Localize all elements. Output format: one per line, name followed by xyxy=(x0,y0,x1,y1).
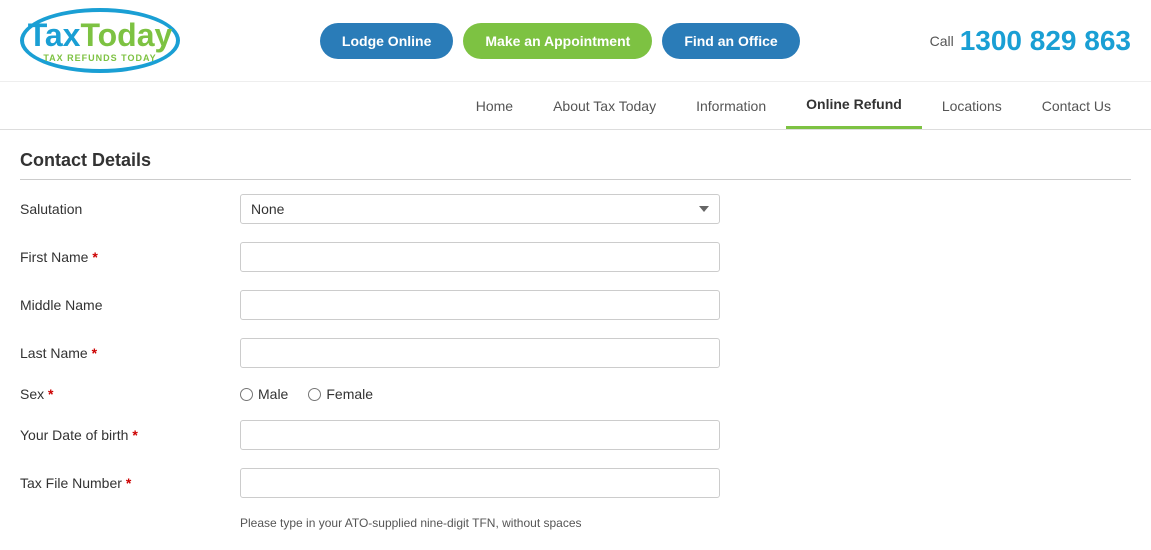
last-name-required: * xyxy=(92,345,97,361)
first-name-row: First Name * xyxy=(20,242,1131,272)
nav-information[interactable]: Information xyxy=(676,84,786,128)
sex-female-text: Female xyxy=(326,386,373,402)
middle-name-input[interactable] xyxy=(240,290,720,320)
find-office-button[interactable]: Find an Office xyxy=(662,23,799,59)
middle-name-row: Middle Name xyxy=(20,290,1131,320)
salutation-select[interactable]: None Mr Mrs Ms Miss Dr xyxy=(240,194,720,224)
sex-row: Sex * Male Female xyxy=(20,386,1131,402)
sex-male-label[interactable]: Male xyxy=(240,386,288,402)
lodge-online-button[interactable]: Lodge Online xyxy=(320,23,453,59)
sex-male-radio[interactable] xyxy=(240,388,253,401)
last-name-input[interactable] xyxy=(240,338,720,368)
section-title: Contact Details xyxy=(20,150,1131,180)
nav-about[interactable]: About Tax Today xyxy=(533,84,676,128)
tfn-hint: Please type in your ATO-supplied nine-di… xyxy=(240,516,1131,530)
salutation-row: Salutation None Mr Mrs Ms Miss Dr xyxy=(20,194,1131,224)
make-appointment-button[interactable]: Make an Appointment xyxy=(463,23,652,59)
tfn-required: * xyxy=(126,475,131,491)
call-number: 1300 829 863 xyxy=(960,25,1131,57)
dob-required: * xyxy=(132,427,137,443)
first-name-required: * xyxy=(92,249,97,265)
call-label: Call xyxy=(930,33,954,49)
nav-home[interactable]: Home xyxy=(456,84,533,128)
sex-female-radio[interactable] xyxy=(308,388,321,401)
tfn-label: Tax File Number * xyxy=(20,475,240,491)
main-content: Contact Details Salutation None Mr Mrs M… xyxy=(0,130,1151,550)
tfn-input[interactable] xyxy=(240,468,720,498)
salutation-label: Salutation xyxy=(20,201,240,217)
nav-locations[interactable]: Locations xyxy=(922,84,1022,128)
top-buttons: Lodge Online Make an Appointment Find an… xyxy=(210,23,910,59)
logo-tax: Tax xyxy=(28,19,81,51)
sex-required: * xyxy=(48,386,53,402)
logo-sub: TAX REFUNDS TODAY xyxy=(43,53,156,63)
sex-label: Sex * xyxy=(20,386,240,402)
tfn-row: Tax File Number * xyxy=(20,468,1131,498)
sex-female-label[interactable]: Female xyxy=(308,386,373,402)
dob-input[interactable] xyxy=(240,420,720,450)
nav-online-refund[interactable]: Online Refund xyxy=(786,82,922,129)
dob-label: Your Date of birth * xyxy=(20,427,240,443)
top-bar: Tax Today TAX REFUNDS TODAY Lodge Online… xyxy=(0,0,1151,82)
last-name-row: Last Name * xyxy=(20,338,1131,368)
nav-contact-us[interactable]: Contact Us xyxy=(1022,84,1131,128)
sex-male-text: Male xyxy=(258,386,288,402)
logo-today: Today xyxy=(80,19,172,51)
call-area: Call 1300 829 863 xyxy=(930,25,1131,57)
logo: Tax Today TAX REFUNDS TODAY xyxy=(20,8,180,73)
first-name-input[interactable] xyxy=(240,242,720,272)
first-name-label: First Name * xyxy=(20,249,240,265)
dob-row: Your Date of birth * xyxy=(20,420,1131,450)
sex-radio-group: Male Female xyxy=(240,386,373,402)
nav-bar: Home About Tax Today Information Online … xyxy=(0,82,1151,130)
last-name-label: Last Name * xyxy=(20,345,240,361)
middle-name-label: Middle Name xyxy=(20,297,240,313)
